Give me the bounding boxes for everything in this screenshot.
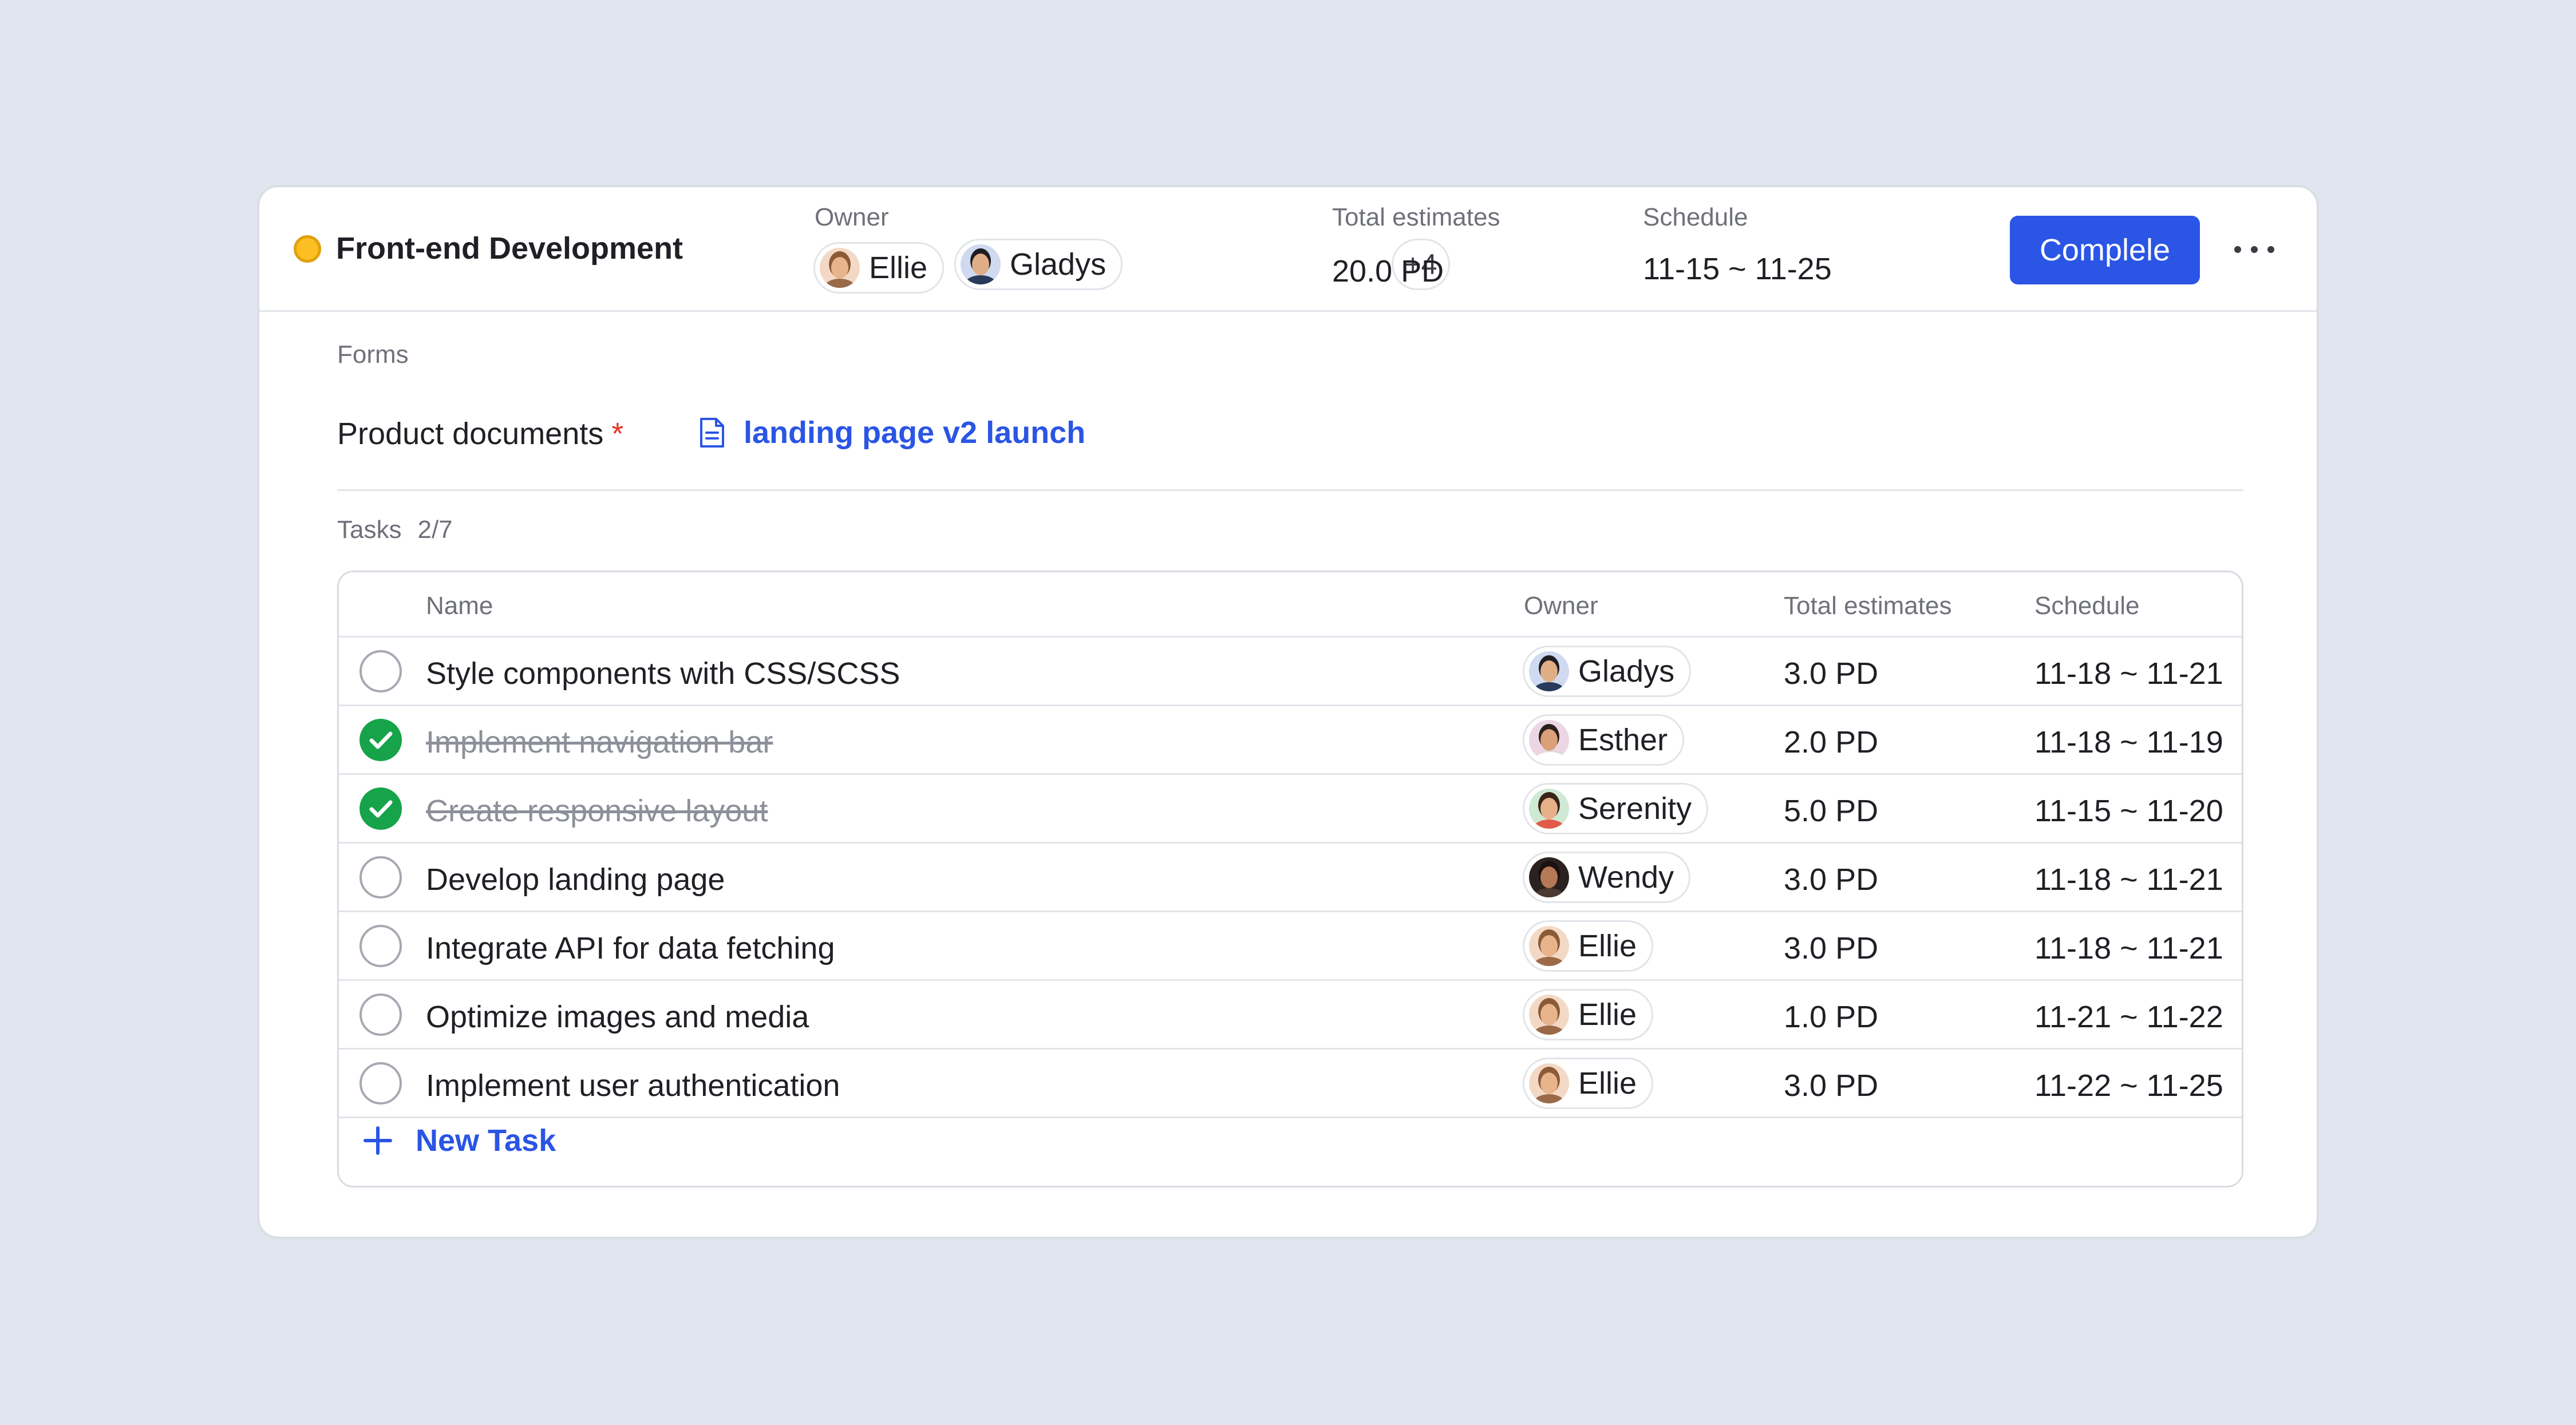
table-header: Name Owner Total estimates Schedule xyxy=(339,572,2242,638)
table-row[interactable]: Implement navigation bar Esther 2.0 PD 1… xyxy=(339,706,2242,775)
avatar xyxy=(961,244,1001,284)
avatar xyxy=(1529,789,1569,829)
task-estimate: 5.0 PD xyxy=(1784,794,1879,828)
product-documents-label: Product documents * xyxy=(337,417,624,451)
owner-chip-gladys[interactable]: Gladys xyxy=(954,239,1123,290)
document-icon xyxy=(700,418,724,448)
avatar xyxy=(1529,651,1569,691)
tasks-table: Name Owner Total estimates Schedule Styl… xyxy=(337,571,2243,1188)
task-estimate: 3.0 PD xyxy=(1784,862,1879,897)
new-task-label: New Task xyxy=(416,1123,556,1158)
task-schedule: 11-15 ~ 11-20 xyxy=(2034,794,2223,828)
task-estimate: 3.0 PD xyxy=(1784,931,1879,965)
checkmark-icon xyxy=(369,731,393,749)
document-link[interactable]: landing page v2 launch xyxy=(699,415,1085,450)
task-owner-chip[interactable]: Ellie xyxy=(1523,920,1654,972)
task-checkbox-checked[interactable] xyxy=(359,787,402,830)
owner-name: Gladys xyxy=(1578,654,1675,688)
task-name[interactable]: Optimize images and media xyxy=(426,999,809,1035)
owner-name: Wendy xyxy=(1578,860,1674,894)
column-owner: Owner xyxy=(1524,592,1598,620)
table-row[interactable]: Optimize images and media Ellie 1.0 PD 1… xyxy=(339,981,2242,1050)
task-checkbox-checked[interactable] xyxy=(359,719,402,761)
plus-icon xyxy=(364,1126,392,1155)
column-schedule: Schedule xyxy=(2034,592,2140,620)
status-dot-icon xyxy=(294,235,321,263)
table-row[interactable]: Style components with CSS/SCSS Gladys 3.… xyxy=(339,638,2242,706)
owner-name: Serenity xyxy=(1578,791,1692,826)
task-schedule: 11-22 ~ 11-25 xyxy=(2034,1068,2223,1103)
task-name[interactable]: Implement navigation bar xyxy=(426,725,773,760)
avatar xyxy=(820,248,860,288)
owner-name: Ellie xyxy=(869,251,928,285)
table-row[interactable]: Integrate API for data fetching Ellie 3.… xyxy=(339,912,2242,981)
task-schedule: 11-21 ~ 11-22 xyxy=(2034,1000,2223,1034)
task-schedule: 11-18 ~ 11-19 xyxy=(2034,725,2223,759)
checkmark-icon xyxy=(369,800,393,818)
estimates-label: Total estimates xyxy=(1332,203,1500,231)
task-owner-chip[interactable]: Gladys xyxy=(1523,646,1692,697)
owner-name: Ellie xyxy=(1578,1066,1637,1101)
new-task-button[interactable]: New Task xyxy=(363,1123,556,1158)
task-checkbox[interactable] xyxy=(359,993,402,1036)
task-owner-chip[interactable]: Serenity xyxy=(1523,783,1709,834)
avatar xyxy=(1529,720,1569,760)
task-estimate: 2.0 PD xyxy=(1784,725,1879,759)
task-estimate: 3.0 PD xyxy=(1784,1068,1879,1103)
task-estimate: 3.0 PD xyxy=(1784,656,1879,691)
owner-name: Ellie xyxy=(1578,998,1637,1032)
column-name: Name xyxy=(426,592,493,620)
owner-chip-ellie[interactable]: Ellie xyxy=(813,242,945,294)
task-name[interactable]: Integrate API for data fetching xyxy=(426,931,835,966)
table-row[interactable]: Create responsive layout Serenity 5.0 PD… xyxy=(339,775,2242,844)
avatar xyxy=(1529,995,1569,1035)
owner-name: Gladys xyxy=(1010,247,1107,282)
task-checkbox[interactable] xyxy=(359,856,402,898)
forms-section-label: Forms xyxy=(337,341,409,369)
project-header: Front-end Development Owner Ellie Gladys… xyxy=(259,187,2317,312)
avatar xyxy=(1529,857,1569,897)
complete-button[interactable]: Complele xyxy=(2010,216,2200,284)
table-row[interactable]: Implement user authentication Ellie 3.0 … xyxy=(339,1050,2242,1118)
task-owner-chip[interactable]: Esther xyxy=(1523,714,1685,766)
avatar xyxy=(1529,1063,1569,1103)
document-link-text: landing page v2 launch xyxy=(744,415,1086,450)
tasks-section-label: Tasks 2/7 xyxy=(337,516,453,544)
task-schedule: 11-18 ~ 11-21 xyxy=(2034,931,2223,965)
task-estimate: 1.0 PD xyxy=(1784,1000,1879,1034)
task-checkbox[interactable] xyxy=(359,650,402,692)
estimates-value: 20.0 PD xyxy=(1332,254,1444,288)
task-owner-chip[interactable]: Ellie xyxy=(1523,989,1654,1040)
task-name[interactable]: Create responsive layout xyxy=(426,793,768,829)
column-estimates: Total estimates xyxy=(1784,592,1952,620)
task-name[interactable]: Develop landing page xyxy=(426,862,725,897)
task-name[interactable]: Style components with CSS/SCSS xyxy=(426,656,900,691)
task-checkbox[interactable] xyxy=(359,1062,402,1105)
required-mark: * xyxy=(611,417,624,451)
task-name[interactable]: Implement user authentication xyxy=(426,1068,840,1103)
owner-name: Ellie xyxy=(1578,929,1637,963)
tasks-count: 2/7 xyxy=(417,516,453,544)
table-row[interactable]: Develop landing page Wendy 3.0 PD 11-18 … xyxy=(339,844,2242,912)
owner-name: Esther xyxy=(1578,723,1668,757)
section-divider xyxy=(337,489,2243,491)
task-owner-chip[interactable]: Ellie xyxy=(1523,1058,1654,1109)
project-card: Front-end Development Owner Ellie Gladys… xyxy=(258,185,2318,1238)
more-horizontal-icon[interactable] xyxy=(2234,235,2274,264)
avatar xyxy=(1529,926,1569,966)
schedule-value: 11-15 ~ 11-25 xyxy=(1643,252,1832,286)
project-title: Front-end Development xyxy=(336,231,683,266)
task-schedule: 11-18 ~ 11-21 xyxy=(2034,656,2223,691)
task-schedule: 11-18 ~ 11-21 xyxy=(2034,862,2223,897)
task-owner-chip[interactable]: Wendy xyxy=(1523,852,1691,903)
owner-label: Owner xyxy=(815,203,889,231)
task-checkbox[interactable] xyxy=(359,925,402,967)
schedule-label: Schedule xyxy=(1643,203,1748,231)
